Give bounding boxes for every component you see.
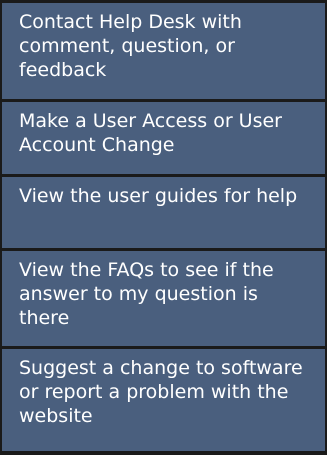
menu-item-label: View the FAQs to see if the answer to my… [19,259,274,330]
menu-item-label: Suggest a change to software or report a… [19,356,303,427]
menu-item-faqs[interactable]: View the FAQs to see if the answer to my… [2,251,325,346]
menu-item-user-access-change[interactable]: Make a User Access or User Account Chang… [2,102,325,174]
menu-item-contact-help-desk[interactable]: Contact Help Desk with comment, question… [2,3,325,100]
menu-item-suggest-change[interactable]: Suggest a change to software or report a… [2,348,325,452]
menu-item-user-guides[interactable]: View the user guides for help [2,176,325,249]
menu-item-label: View the user guides for help [19,184,298,207]
menu-item-label: Make a User Access or User Account Chang… [19,110,282,157]
help-menu: Contact Help Desk with comment, question… [0,0,327,455]
menu-item-label: Contact Help Desk with comment, question… [19,11,242,81]
